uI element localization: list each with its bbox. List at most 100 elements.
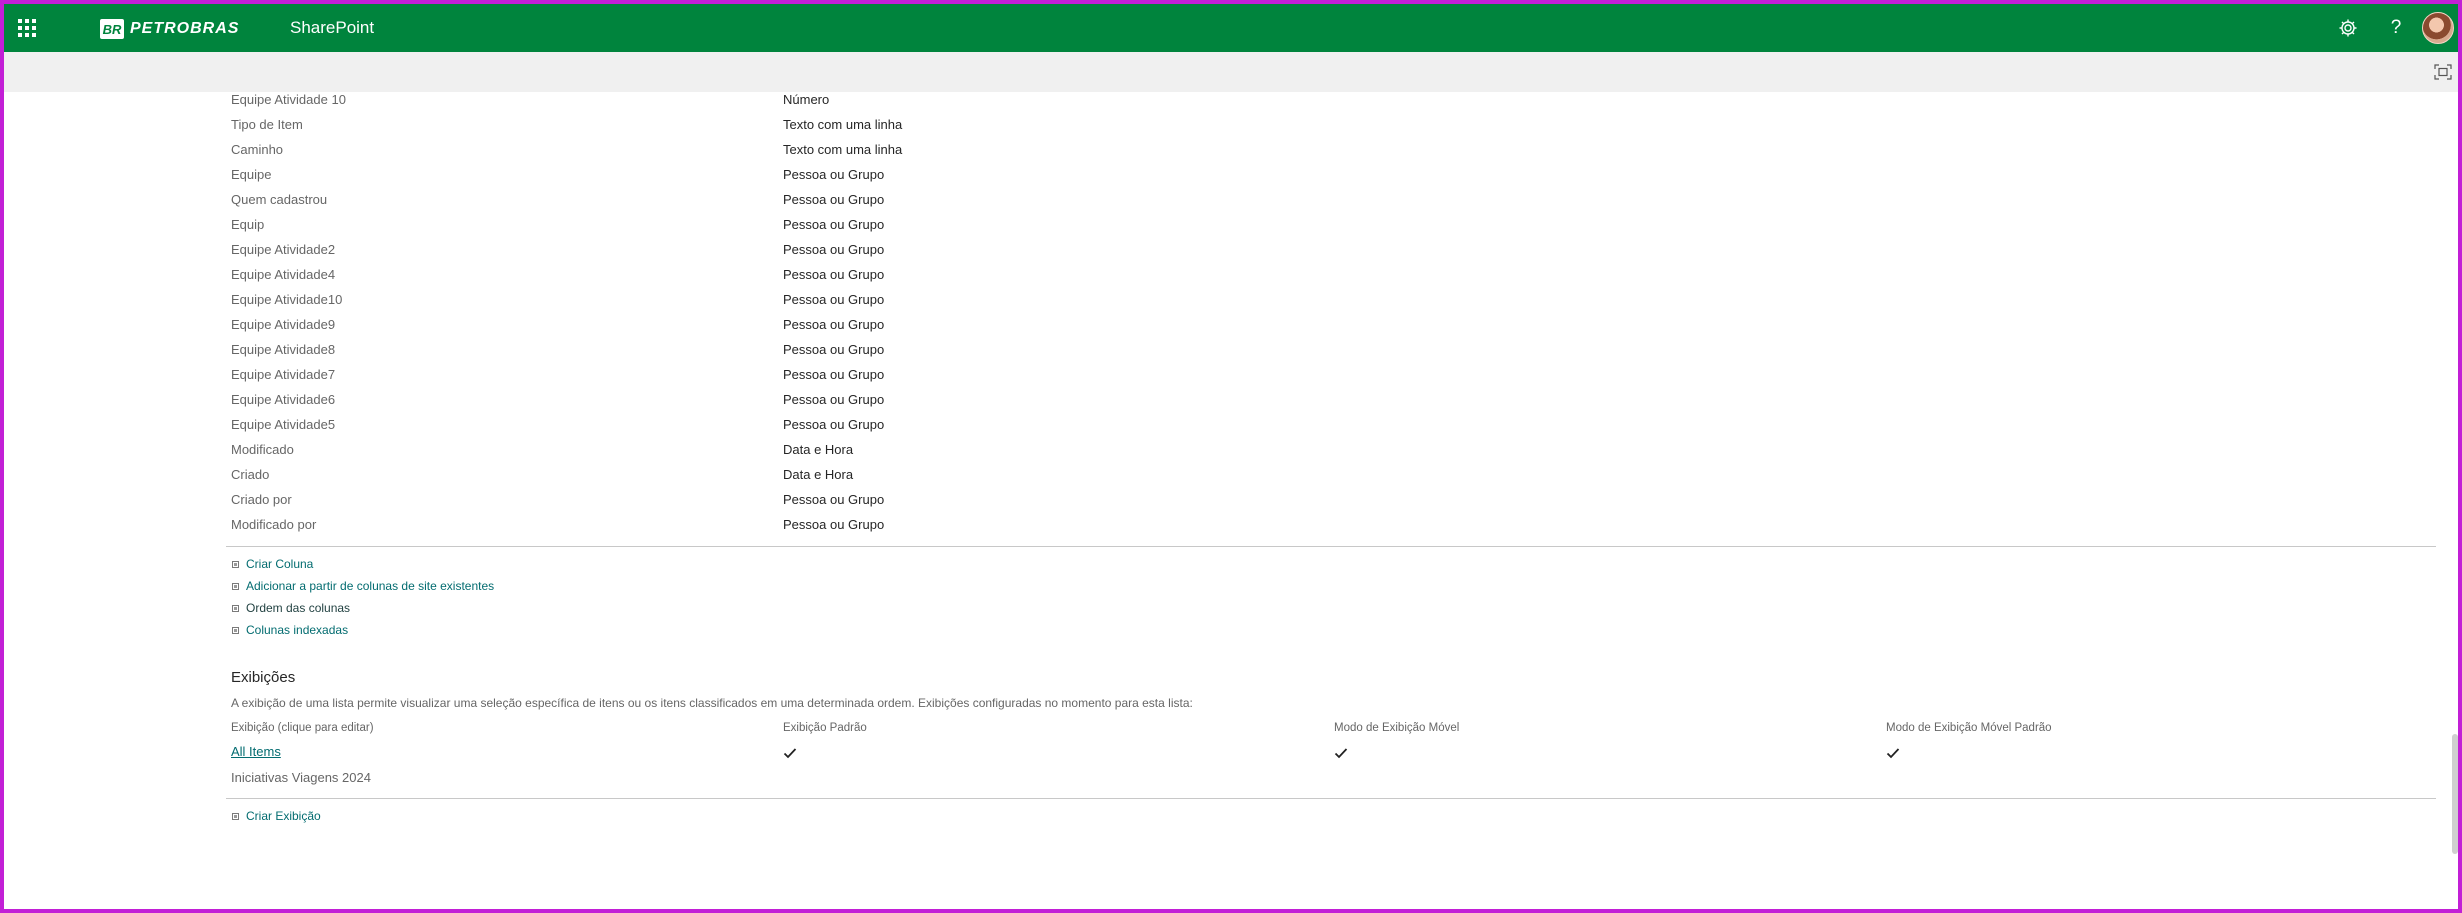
- column-type: Pessoa ou Grupo: [783, 367, 885, 382]
- bullet-icon: [232, 560, 239, 568]
- column-order-row: Ordem das colunas: [226, 597, 2436, 619]
- app-name[interactable]: SharePoint: [290, 18, 374, 38]
- column-row: Criado Data e Hora: [226, 467, 2436, 492]
- column-type: Pessoa ou Grupo: [783, 517, 885, 532]
- bullet-icon: [232, 604, 239, 612]
- column-name[interactable]: Equip: [231, 217, 264, 232]
- column-name[interactable]: Modificado por: [231, 517, 316, 532]
- column-name[interactable]: Criado por: [231, 492, 292, 507]
- suite-bar: BR PETROBRAS SharePoint ?: [4, 4, 2458, 52]
- column-name[interactable]: Tipo de Item: [231, 117, 303, 132]
- column-name[interactable]: Equipe Atividade2: [231, 242, 335, 257]
- column-row: Equipe Atividade9 Pessoa ou Grupo: [226, 317, 2436, 342]
- bullet-icon: [232, 626, 239, 634]
- column-order-link[interactable]: Ordem das colunas: [246, 601, 350, 615]
- views-table: All Items Iniciativas Viagens 2024: [226, 744, 2436, 796]
- columns-table: Equipe Atividade 10 Número Tipo de Item Tex…: [226, 92, 2436, 542]
- column-name[interactable]: Equipe Atividade8: [231, 342, 335, 357]
- column-row: Equipe Atividade 10 Número: [226, 92, 2436, 117]
- views-title: Exibições: [231, 669, 296, 686]
- view-row: Iniciativas Viagens 2024: [226, 770, 2436, 796]
- column-links: Criar Coluna Adicionar a partir de colun…: [226, 553, 2436, 641]
- column-type: Pessoa ou Grupo: [783, 192, 885, 207]
- column-row: Criado por Pessoa ou Grupo: [226, 492, 2436, 517]
- column-row: Tipo de Item Texto com uma linha: [226, 117, 2436, 142]
- column-row: Modificado Data e Hora: [226, 442, 2436, 467]
- focus-mode-icon[interactable]: [2434, 64, 2452, 80]
- columns-divider: [226, 546, 2436, 547]
- views-divider: [226, 798, 2436, 799]
- column-type: Data e Hora: [783, 442, 854, 457]
- column-name[interactable]: Caminho: [231, 142, 283, 157]
- view-row: All Items: [226, 744, 2436, 770]
- view-name-link[interactable]: All Items: [231, 744, 281, 759]
- header-mobile-view: Modo de Exibição Móvel: [1334, 722, 1460, 734]
- bullet-icon: [232, 582, 239, 590]
- create-view-link[interactable]: Criar Exibição: [246, 809, 321, 823]
- column-type: Texto com uma linha: [783, 117, 903, 132]
- checkmark-icon: [1886, 748, 1900, 759]
- column-row: Equipe Atividade2 Pessoa ou Grupo: [226, 242, 2436, 267]
- column-row: Quem cadastrou Pessoa ou Grupo: [226, 192, 2436, 217]
- column-row: Equipe Atividade10 Pessoa ou Grupo: [226, 292, 2436, 317]
- checkmark-icon: [1334, 748, 1348, 759]
- column-row: Equipe Pessoa ou Grupo: [226, 167, 2436, 192]
- list-settings-content: Equipe Atividade 10 Número Tipo de Item Tex…: [226, 92, 2436, 827]
- petrobras-logo[interactable]: BR PETROBRAS: [100, 18, 239, 40]
- settings-gear-icon[interactable]: [2336, 16, 2360, 40]
- mobile-view-check: [1334, 746, 1348, 763]
- column-name[interactable]: Equipe Atividade9: [231, 317, 335, 332]
- default-view-check: [783, 746, 797, 763]
- column-row: Equipe Atividade6 Pessoa ou Grupo: [226, 392, 2436, 417]
- column-row: Equipe Atividade8 Pessoa ou Grupo: [226, 342, 2436, 367]
- column-type: Pessoa ou Grupo: [783, 392, 885, 407]
- column-type: Número: [783, 92, 830, 107]
- column-name[interactable]: Modificado: [231, 442, 294, 457]
- column-type: Texto com uma linha: [783, 142, 903, 157]
- column-row: Equipe Atividade4 Pessoa ou Grupo: [226, 267, 2436, 292]
- view-name-link[interactable]: Iniciativas Viagens 2024: [231, 770, 371, 785]
- column-type: Pessoa ou Grupo: [783, 342, 885, 357]
- column-type: Pessoa ou Grupo: [783, 267, 885, 282]
- column-type: Data e Hora: [783, 467, 854, 482]
- create-column-row: Criar Coluna: [226, 553, 2436, 575]
- column-type: Pessoa ou Grupo: [783, 492, 885, 507]
- column-name[interactable]: Equipe Atividade5: [231, 417, 335, 432]
- vertical-scrollbar[interactable]: [2452, 734, 2458, 854]
- br-logo-mark: BR: [100, 19, 124, 39]
- column-name[interactable]: Equipe Atividade10: [231, 292, 342, 307]
- checkmark-icon: [783, 748, 797, 759]
- brand-name: PETROBRAS: [130, 20, 240, 37]
- bullet-icon: [232, 812, 239, 820]
- column-type: Pessoa ou Grupo: [783, 167, 885, 182]
- column-name[interactable]: Criado: [231, 467, 269, 482]
- header-default-view: Exibição Padrão: [783, 722, 867, 734]
- column-type: Pessoa ou Grupo: [783, 292, 885, 307]
- column-name[interactable]: Equipe Atividade7: [231, 367, 335, 382]
- column-type: Pessoa ou Grupo: [783, 242, 885, 257]
- help-icon[interactable]: ?: [2384, 16, 2408, 40]
- column-row: Equipe Atividade5 Pessoa ou Grupo: [226, 417, 2436, 442]
- column-row: Caminho Texto com uma linha: [226, 142, 2436, 167]
- app-launcher-icon[interactable]: [16, 17, 38, 39]
- column-name[interactable]: Equipe: [231, 167, 271, 182]
- user-avatar[interactable]: [2422, 12, 2454, 44]
- indexed-columns-link[interactable]: Colunas indexadas: [246, 623, 348, 637]
- mobile-default-view-check: [1886, 746, 1900, 763]
- column-type: Pessoa ou Grupo: [783, 317, 885, 332]
- column-type: Pessoa ou Grupo: [783, 417, 885, 432]
- create-view-row: Criar Exibição: [226, 805, 2436, 827]
- column-name[interactable]: Equipe Atividade6: [231, 392, 335, 407]
- add-existing-columns-link[interactable]: Adicionar a partir de colunas de site ex…: [246, 579, 494, 593]
- views-description: A exibição de uma lista permite visualiz…: [231, 696, 1193, 710]
- column-type: Pessoa ou Grupo: [783, 217, 885, 232]
- column-row: Modificado por Pessoa ou Grupo: [226, 517, 2436, 542]
- header-mobile-default-view: Modo de Exibição Móvel Padrão: [1886, 722, 2052, 734]
- column-name[interactable]: Equipe Atividade 10: [231, 92, 346, 107]
- column-name[interactable]: Equipe Atividade4: [231, 267, 335, 282]
- header-view: Exibição (clique para editar): [231, 722, 374, 734]
- views-header-row: Exibição (clique para editar) Exibição P…: [226, 722, 2436, 744]
- command-bar: [4, 52, 2458, 92]
- column-name[interactable]: Quem cadastrou: [231, 192, 327, 207]
- create-column-link[interactable]: Criar Coluna: [246, 557, 313, 571]
